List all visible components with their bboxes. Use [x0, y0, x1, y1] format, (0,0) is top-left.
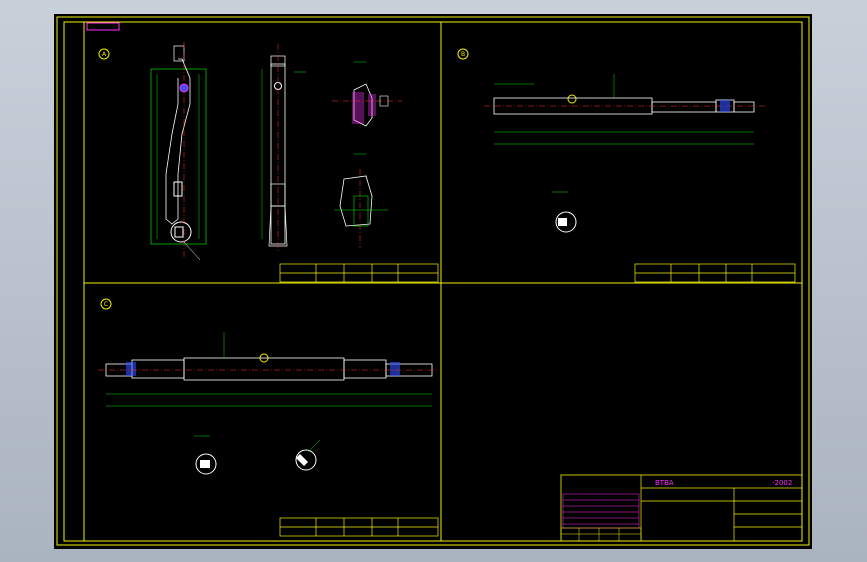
section-2-outline — [339, 175, 373, 227]
section-1-hatch-right — [368, 94, 376, 116]
shaft-c-section-1-key — [200, 460, 210, 468]
shaft-c-left — [131, 359, 185, 379]
section-2-dim-box — [353, 195, 369, 227]
view-b-marker: B — [461, 51, 465, 58]
shaft-b-keyway — [720, 100, 730, 112]
shaft-c-main — [183, 357, 345, 381]
shaft-b-section-key — [558, 218, 567, 226]
view-a: A — [98, 42, 439, 283]
title-block: BTBA -2002 — [560, 474, 803, 542]
inner-border — [63, 21, 803, 542]
title-block-header: BTBA — [655, 479, 674, 487]
lever-end-slot — [174, 226, 184, 238]
sheet-tag-box — [86, 22, 120, 31]
parts-table-b — [634, 263, 796, 283]
parts-table-c — [279, 517, 439, 537]
shaft-c-section-2-key — [296, 454, 308, 466]
view-c-marker: C — [104, 301, 108, 308]
shaft-b-pin — [567, 94, 577, 104]
signature-grid — [560, 527, 642, 542]
cad-viewport[interactable]: A B C BTBA -2002 — [54, 14, 812, 549]
title-block-year: -2002 — [772, 479, 792, 487]
shaft-c-keyway-left — [126, 362, 136, 376]
title-block-frame — [560, 474, 803, 542]
view-b: B — [457, 48, 796, 283]
lever-leader — [183, 241, 201, 261]
shaft-c-right — [343, 359, 387, 379]
shaft-c-section-2-leader — [307, 439, 321, 453]
lever-end-boss — [170, 221, 192, 243]
shaft-b-tip — [733, 101, 755, 113]
shaft-b-step — [651, 101, 717, 113]
shaft-c-keyway-right — [390, 362, 400, 376]
parts-table-a — [279, 263, 439, 283]
view-c: C — [98, 298, 439, 537]
view-a-marker: A — [102, 51, 107, 58]
outer-border — [56, 16, 810, 546]
section-1-hatch — [352, 92, 364, 124]
drawing-canvas: A B C BTBA -2002 — [56, 16, 810, 546]
parts-list — [562, 493, 640, 529]
lever-bounding-box — [150, 68, 207, 245]
lever-body — [165, 58, 191, 225]
